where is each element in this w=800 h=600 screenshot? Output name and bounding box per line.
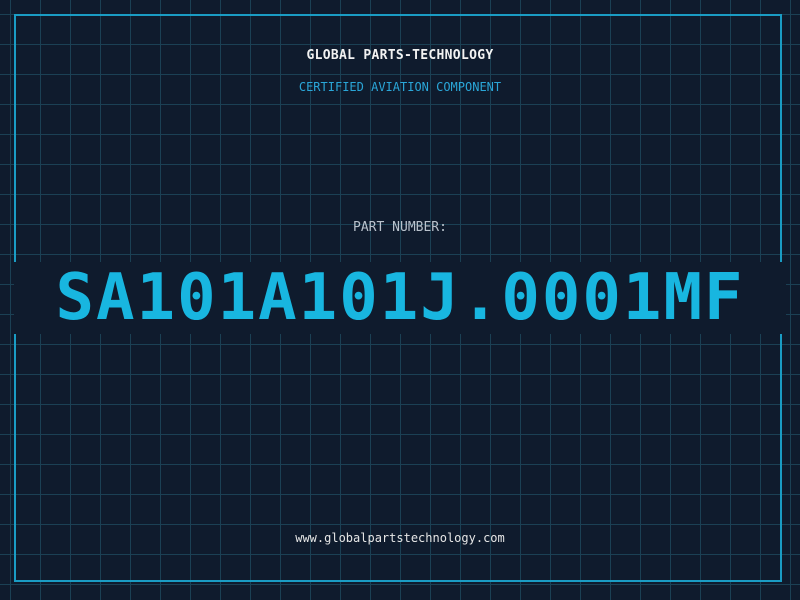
part-label-card: GLOBAL PARTS-TECHNOLOGY CERTIFIED AVIATI… bbox=[0, 0, 800, 600]
company-name: GLOBAL PARTS-TECHNOLOGY bbox=[306, 48, 494, 63]
certification-tagline: CERTIFIED AVIATION COMPONENT bbox=[298, 80, 502, 94]
part-number-container: SA101A101J.0001MF bbox=[0, 262, 800, 334]
part-number-label: PART NUMBER: bbox=[353, 220, 447, 235]
website-url: www.globalpartstechnology.com bbox=[295, 531, 505, 545]
part-number-value: SA101A101J.0001MF bbox=[55, 261, 745, 335]
